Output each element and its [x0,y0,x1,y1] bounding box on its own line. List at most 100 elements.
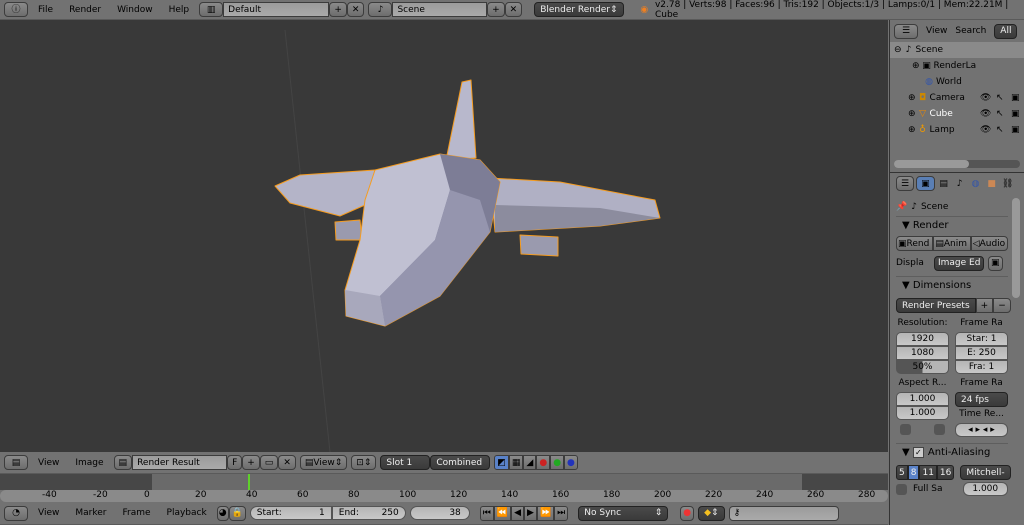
layout-name-field[interactable]: Default [223,2,330,17]
keying-dropdown[interactable]: ◆ ⇕ [698,505,725,521]
3d-viewport[interactable] [0,20,888,452]
unlink-image-button[interactable]: ✕ [278,455,296,470]
outliner-scrollbar[interactable] [894,160,1020,168]
record-button[interactable]: ● [680,505,695,521]
view-mode-dropdown[interactable]: ▤ View ⇕ [299,455,348,470]
render-engine-dropdown[interactable]: Blender Render ⇕ [534,2,624,17]
select-cursor-icon[interactable]: ↖ [996,93,1004,103]
image-editor-type[interactable]: ▤ [4,455,28,470]
menu-file[interactable]: File [32,5,59,15]
keying-set-field[interactable]: ⚷ [728,505,839,521]
frame-step-field[interactable]: Fra: 1 [955,360,1008,374]
green-channel-button[interactable]: ● [550,455,565,470]
panel-antialiasing-header[interactable]: ▼ ✓ Anti-Aliasing [896,443,1008,461]
layout-add-button[interactable]: + [329,2,347,17]
color-alpha-button[interactable]: ◩ [494,455,509,470]
display-dropdown[interactable]: Image Ed [934,255,984,271]
outliner-item-cube[interactable]: ⊕ ▽ Cube 👁 ↖ ▣ [890,106,1024,122]
new-image-button[interactable]: + [242,455,260,470]
jump-keyframe-forward-button[interactable]: ⏩ [536,505,555,521]
jump-start-button[interactable]: ⏮ [479,505,494,521]
panel-dimensions-header[interactable]: ▼ Dimensions [896,276,1008,294]
crop-checkbox[interactable] [934,424,945,435]
aa-samples-16[interactable]: 16 [936,465,955,480]
tab-renderlayers[interactable]: ▤ [937,177,951,191]
scene-add-button[interactable]: + [487,2,505,17]
antialiasing-checkbox[interactable]: ✓ [912,447,924,458]
expand-icon[interactable]: ⊕ [908,125,916,135]
properties-editor-type[interactable]: ☰ [896,176,915,191]
red-channel-button[interactable]: ● [536,455,551,470]
current-frame-indicator[interactable] [247,474,250,490]
render-icon[interactable]: ▣ [1011,93,1020,103]
fake-user-button[interactable]: F [227,455,243,470]
timeline-ruler[interactable]: -40 -20 0 20 40 60 80 100 120 140 160 180 200 220 240 2… [0,490,888,502]
fps-dropdown[interactable]: 24 fps [955,392,1008,407]
full-sample-checkbox[interactable] [896,483,907,495]
menu-marker[interactable]: Marker [69,508,112,518]
resolution-x-field[interactable]: 1920 [896,332,949,346]
end-frame-field[interactable]: End: 250 [331,506,406,520]
pin-icon[interactable]: 📌 [896,202,907,212]
preview-range-button[interactable]: ◕ [216,505,229,521]
render-icon[interactable]: ▣ [1011,109,1020,119]
alpha-checker-button[interactable]: ▦ [508,455,524,470]
visibility-eye-icon[interactable]: 👁 [980,93,991,103]
display-lock-button[interactable]: ▣ [988,255,1003,271]
aa-samples-8[interactable]: 8 [907,465,920,480]
collapse-icon[interactable]: ⊖ [894,45,902,55]
aspect-x-field[interactable]: 1.000 [896,392,949,406]
aa-filter-dropdown[interactable]: Mitchell- [960,465,1011,480]
select-cursor-icon[interactable]: ↖ [996,109,1004,119]
tab-object[interactable]: ■ [985,177,999,191]
tab-world[interactable]: ◍ [969,177,983,191]
menu-view[interactable]: View [32,508,65,518]
pass-dropdown[interactable]: Combined [430,455,491,470]
render-audio-button[interactable]: ◁ Audio [970,236,1008,251]
outliner-filter-dropdown[interactable]: All [994,23,1018,39]
play-button[interactable]: ▶ [524,505,537,521]
outliner-editor-type[interactable]: ☰ [894,23,918,39]
menu-window[interactable]: Window [111,5,159,15]
open-image-button[interactable]: ▭ [259,455,279,470]
layout-selector[interactable]: ▥ [199,2,224,17]
resolution-percentage-slider[interactable]: 50% [896,360,949,374]
menu-image[interactable]: Image [69,458,109,468]
start-frame-field[interactable]: Start: 1 [249,506,332,520]
border-checkbox[interactable] [900,424,911,435]
jump-keyframe-back-button[interactable]: ⏪ [493,505,512,521]
tab-scene[interactable]: ♪ [953,177,967,191]
outliner-item-world[interactable]: ◍ World [890,74,1024,90]
blue-channel-button[interactable]: ● [564,455,578,470]
frame-start-field[interactable]: Star: 1 [955,332,1008,346]
render-animation-button[interactable]: ▤ Anim [933,236,971,251]
scene-remove-button[interactable]: ✕ [504,2,523,17]
menu-help[interactable]: Help [163,5,196,15]
render-icon[interactable]: ▣ [1011,125,1020,135]
time-remap-field[interactable]: ◂ ▸ ◂ ▸ [955,423,1008,437]
outliner-menu-view[interactable]: View [926,26,947,36]
expand-icon[interactable]: ⊕ [908,93,916,103]
filter-size-field[interactable]: 1.000 [962,482,1008,496]
menu-frame[interactable]: Frame [116,508,156,518]
sync-dropdown[interactable]: No Sync ⇕ [578,505,669,521]
render-image-button[interactable]: ▣ Rend [896,236,934,251]
scene-name-field[interactable]: Scene [392,2,488,17]
timeline-track[interactable] [0,474,888,490]
current-frame-field[interactable]: 38 [409,506,470,520]
aspect-y-field[interactable]: 1.000 [896,406,949,420]
expand-icon[interactable]: ⊕ [912,61,920,71]
tab-render[interactable]: ▣ [916,176,935,191]
pivot-dropdown[interactable]: ⊡ ⇕ [351,455,377,470]
image-browse-button[interactable]: ▤ [113,455,133,470]
render-presets-dropdown[interactable]: Render Presets [896,298,976,313]
aa-samples-5[interactable]: 5 [896,465,908,480]
panel-render-header[interactable]: ▼ Render [896,216,1008,234]
select-cursor-icon[interactable]: ↖ [996,125,1004,135]
expand-icon[interactable]: ⊕ [908,109,916,119]
frame-end-field[interactable]: E: 250 [955,346,1008,360]
outliner-item-scene[interactable]: ⊖ ♪ Scene [890,42,1024,58]
outliner-item-renderlayers[interactable]: ⊕ ▣ RenderLa [890,58,1024,74]
visibility-eye-icon[interactable]: 👁 [980,109,991,119]
aa-samples-11[interactable]: 11 [919,465,937,480]
